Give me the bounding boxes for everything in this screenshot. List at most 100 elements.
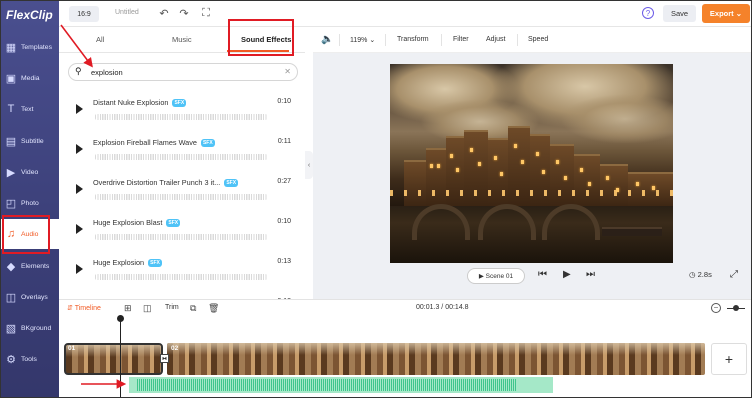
split-icon[interactable]: ◫ [143,303,152,314]
fullscreen-icon[interactable]: ⛶ [199,6,213,20]
sidebar-item-elements[interactable]: ◆ Elements [1,251,59,281]
play-icon[interactable] [76,224,83,234]
trim-button[interactable]: Trim [165,304,179,311]
add-clip-button[interactable]: + [711,343,747,375]
preview-area: ▶ Scene 01 ⏮ ▶ ⏭ ◷ 2.8s ⤢ [313,53,751,299]
zoom-select[interactable]: 119% ⌄ [350,36,375,44]
sound-effect-duration: 0:11 [277,138,291,145]
overlays-icon: ◫ [5,291,17,304]
waveform [95,274,267,280]
clip-label-01: 01 [68,345,76,352]
tab-music[interactable]: Music [172,35,192,44]
logo-text: FlexClip [6,8,53,22]
video-preview-image[interactable] [390,64,673,263]
edit-toolbar: 🔈 119% ⌄ Transform Filter Adjust Speed [313,27,751,53]
sidebar-item-media[interactable]: ▣ Media [1,63,59,93]
sound-effect-item[interactable]: Huge Explosion Blast SFX 0:10 [59,211,305,251]
help-icon[interactable]: ? [642,7,654,19]
sound-effect-item[interactable]: Vibra Whoosh Impact (2 items)SFX0:12 [59,291,305,299]
sidebar-item-label: Photo [21,199,39,207]
adjust-button[interactable]: Adjust [486,36,505,43]
transform-button[interactable]: Transform [397,36,429,43]
duplicate-icon[interactable]: ⧉ [190,303,196,314]
scene-duration[interactable]: ◷ 2.8s [689,270,712,279]
timeline-tracks: 01 ⧓ 02 + [59,315,751,397]
waveform [95,114,267,120]
scene-selector[interactable]: ▶ Scene 01 [467,268,525,284]
video-clip-01[interactable] [64,343,163,375]
clip-label-02: 02 [171,345,179,352]
sound-effect-title: Huge Explosion Blast [93,218,163,227]
export-button[interactable]: Export ⌄ [702,4,750,23]
sfx-badge: SFX [148,259,162,268]
project-title[interactable]: Untitled [115,9,139,16]
play-icon[interactable] [76,184,83,194]
sidebar-item-subtitle[interactable]: ▤ Subtitle [1,126,59,156]
search-icon: ⚲ [75,66,82,76]
tab-all[interactable]: All [96,35,104,44]
sidebar-item-templates[interactable]: ▦ Templates [1,32,59,62]
tools-icon: ⚙ [6,353,16,366]
undo-icon[interactable]: ↶ [157,6,171,20]
filter-button[interactable]: Filter [453,36,469,43]
sidebar-item-label: BKground [21,324,52,332]
toolbar-divider [517,34,518,46]
sidebar-item-video[interactable]: ▶ Video [1,157,59,187]
play-icon[interactable] [76,264,83,274]
zoom-slider-handle[interactable] [733,305,739,311]
sidebar-item-label: Overlays [21,293,48,301]
text-icon: T [7,103,15,115]
playhead[interactable] [120,316,121,397]
add-scene-icon[interactable]: ⊞ [124,303,132,314]
transition-icon[interactable]: ⧓ [160,354,169,363]
redo-icon[interactable]: ↷ [177,6,191,20]
toolbar-divider [441,34,442,46]
aspect-ratio-button[interactable]: 16:9 [69,6,99,22]
sidebar-item-photo[interactable]: ◰ Photo [1,188,59,218]
audio-track[interactable] [129,377,553,393]
tab-sound-effects[interactable]: Sound Effects [241,35,291,44]
sidebar-item-overlays[interactable]: ◫ Overlays [1,282,59,312]
sound-effect-title: Distant Nuke Explosion [93,98,169,107]
search-input[interactable]: ⚲ explosion ✕ [68,63,298,81]
sound-effect-item[interactable]: Overdrive Distortion Trailer Punch 3 it.… [59,171,305,211]
next-icon[interactable]: ⏭ [586,269,595,280]
play-icon[interactable]: ▶ [563,269,571,280]
speed-button[interactable]: Speed [528,36,548,43]
sound-effect-duration: 0:27 [277,178,291,185]
timeline-time: 00:01.3 / 00:14.8 [416,304,469,311]
zoom-out-icon[interactable]: − [711,303,721,313]
sfx-badge: SFX [200,139,215,148]
expand-icon[interactable]: ⤢ [730,269,738,280]
play-icon[interactable] [76,144,83,154]
volume-icon[interactable]: 🔈 [321,34,333,45]
sound-effect-item[interactable]: Explosion Fireball Flames Wave SFX 0:11 [59,131,305,171]
timeline-toolbar: ⇵ Timeline ⊞ ◫ Trim ⧉ 🗑 00:01.3 / 00:14.… [59,299,751,317]
sound-effect-name: Distant Nuke Explosion SFX [93,98,187,108]
background-icon: ▧ [5,322,17,335]
sidebar-item-audio[interactable]: ♫ Audio [1,219,59,249]
save-button[interactable]: Save [663,5,696,22]
flexclip-editor: FlexClip ▦ Templates ▣ Media T Text ▤ Subtitle ▶… [0,0,752,398]
audio-panel: All Music Sound Effects ⚲ explosion ✕ Di… [59,27,305,299]
timeline-toggle[interactable]: ⇵ Timeline [67,304,101,312]
collapse-panel-icon[interactable]: ‹ [305,151,313,179]
zoom-value: 119% [350,37,368,44]
previous-icon[interactable]: ⏮ [538,269,547,280]
sound-effect-item[interactable]: Distant Nuke Explosion SFX 0:10 [59,91,305,131]
sidebar-item-label: Templates [21,43,52,51]
sfx-badge: SFX [166,219,181,228]
sidebar-item-label: Elements [21,262,50,270]
sidebar: FlexClip ▦ Templates ▣ Media T Text ▤ Subtitle ▶… [1,1,59,397]
delete-icon[interactable]: 🗑 [208,303,219,314]
sidebar-item-tools[interactable]: ⚙ Tools [1,344,59,374]
audio-waveform [137,379,517,391]
search-value[interactable]: explosion [91,68,123,77]
audio-icon: ♫ [6,228,16,240]
video-clip-02[interactable] [167,343,705,375]
sidebar-item-bkground[interactable]: ▧ BKground [1,313,59,343]
sidebar-item-text[interactable]: T Text [1,94,59,124]
clear-icon[interactable]: ✕ [284,67,291,76]
play-icon[interactable] [76,104,83,114]
sound-effect-item[interactable]: Huge Explosion SFX 0:13 [59,251,305,291]
